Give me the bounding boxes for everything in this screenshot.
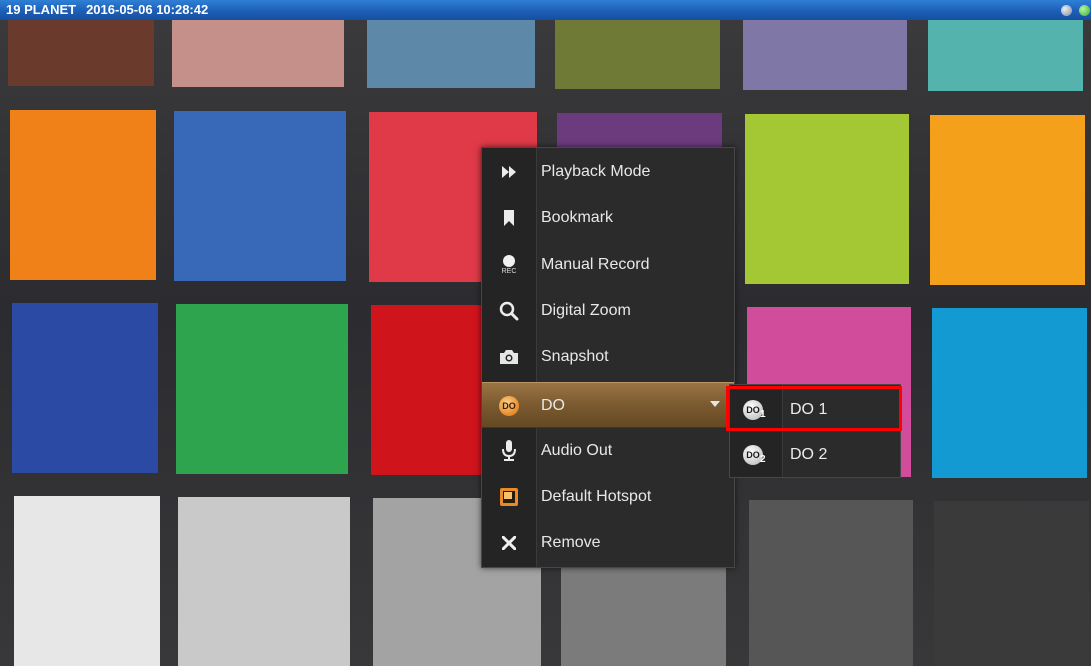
menu-item-label: Digital Zoom	[541, 302, 631, 319]
menu-item-label: Default Hotspot	[541, 488, 652, 505]
menu-item-label: DO	[541, 397, 565, 414]
color-patch	[14, 496, 160, 666]
do-2-icon-index: 2	[760, 454, 766, 465]
rec-icon-text: REC	[501, 268, 517, 275]
menu-item-manual-record[interactable]: REC Manual Record	[482, 242, 734, 288]
menu-item-label: Remove	[541, 534, 601, 551]
color-patch	[749, 500, 913, 666]
menu-item-do[interactable]: DO DO	[482, 382, 734, 428]
close-icon	[498, 532, 520, 554]
color-patch	[178, 497, 350, 666]
status-indicator-icon[interactable]	[1061, 5, 1072, 16]
menu-item-label: Bookmark	[541, 209, 614, 226]
color-patch	[555, 20, 720, 89]
menu-item-label: Playback Mode	[541, 163, 651, 180]
do-icon: DO	[498, 395, 520, 417]
menu-item-audio-out[interactable]: Audio Out	[482, 428, 734, 474]
chevron-down-icon	[710, 401, 720, 407]
color-patch	[174, 111, 346, 281]
color-patch	[176, 304, 348, 474]
bookmark-icon	[498, 207, 520, 229]
color-patch	[928, 20, 1083, 91]
menu-item-digital-zoom[interactable]: Digital Zoom	[482, 288, 734, 334]
submenu-item-label: DO 2	[790, 446, 828, 463]
menu-item-remove[interactable]: Remove	[482, 520, 734, 566]
highlight-box	[726, 386, 902, 431]
menu-item-label: Snapshot	[541, 348, 609, 365]
fast-forward-icon	[498, 161, 520, 183]
camera-icon	[498, 346, 520, 368]
color-patch	[934, 501, 1089, 666]
color-patch	[930, 115, 1085, 285]
submenu-item-do-2[interactable]: DO 2 DO 2	[730, 432, 900, 478]
color-patch	[745, 114, 909, 284]
color-patch	[932, 308, 1087, 478]
do-icon-text: DO	[499, 396, 519, 416]
menu-item-snapshot[interactable]: Snapshot	[482, 334, 734, 380]
hotspot-icon	[498, 486, 520, 508]
color-patch	[743, 20, 907, 90]
do-2-icon: DO 2	[743, 444, 769, 466]
menu-item-default-hotspot[interactable]: Default Hotspot	[482, 474, 734, 520]
timestamp: 2016-05-06 10:28:42	[86, 2, 209, 17]
microphone-icon	[498, 440, 520, 462]
color-patch	[10, 110, 156, 280]
color-patch	[172, 20, 344, 87]
camera-name: 19 PLANET	[6, 2, 77, 17]
menu-item-bookmark[interactable]: Bookmark	[482, 195, 734, 241]
connection-status-icon[interactable]	[1079, 5, 1090, 16]
color-patch	[8, 20, 154, 86]
record-icon: REC	[498, 254, 520, 276]
color-patch	[12, 303, 158, 473]
title-bar: 19 PLANET 2016-05-06 10:28:42	[0, 0, 1091, 20]
magnifier-icon	[498, 300, 520, 322]
menu-item-label: Audio Out	[541, 442, 613, 459]
menu-item-playback-mode[interactable]: Playback Mode	[482, 149, 734, 195]
menu-item-label: Manual Record	[541, 256, 650, 273]
context-menu: Playback Mode Bookmark REC Manual Record…	[481, 147, 735, 568]
color-patch	[367, 20, 535, 88]
